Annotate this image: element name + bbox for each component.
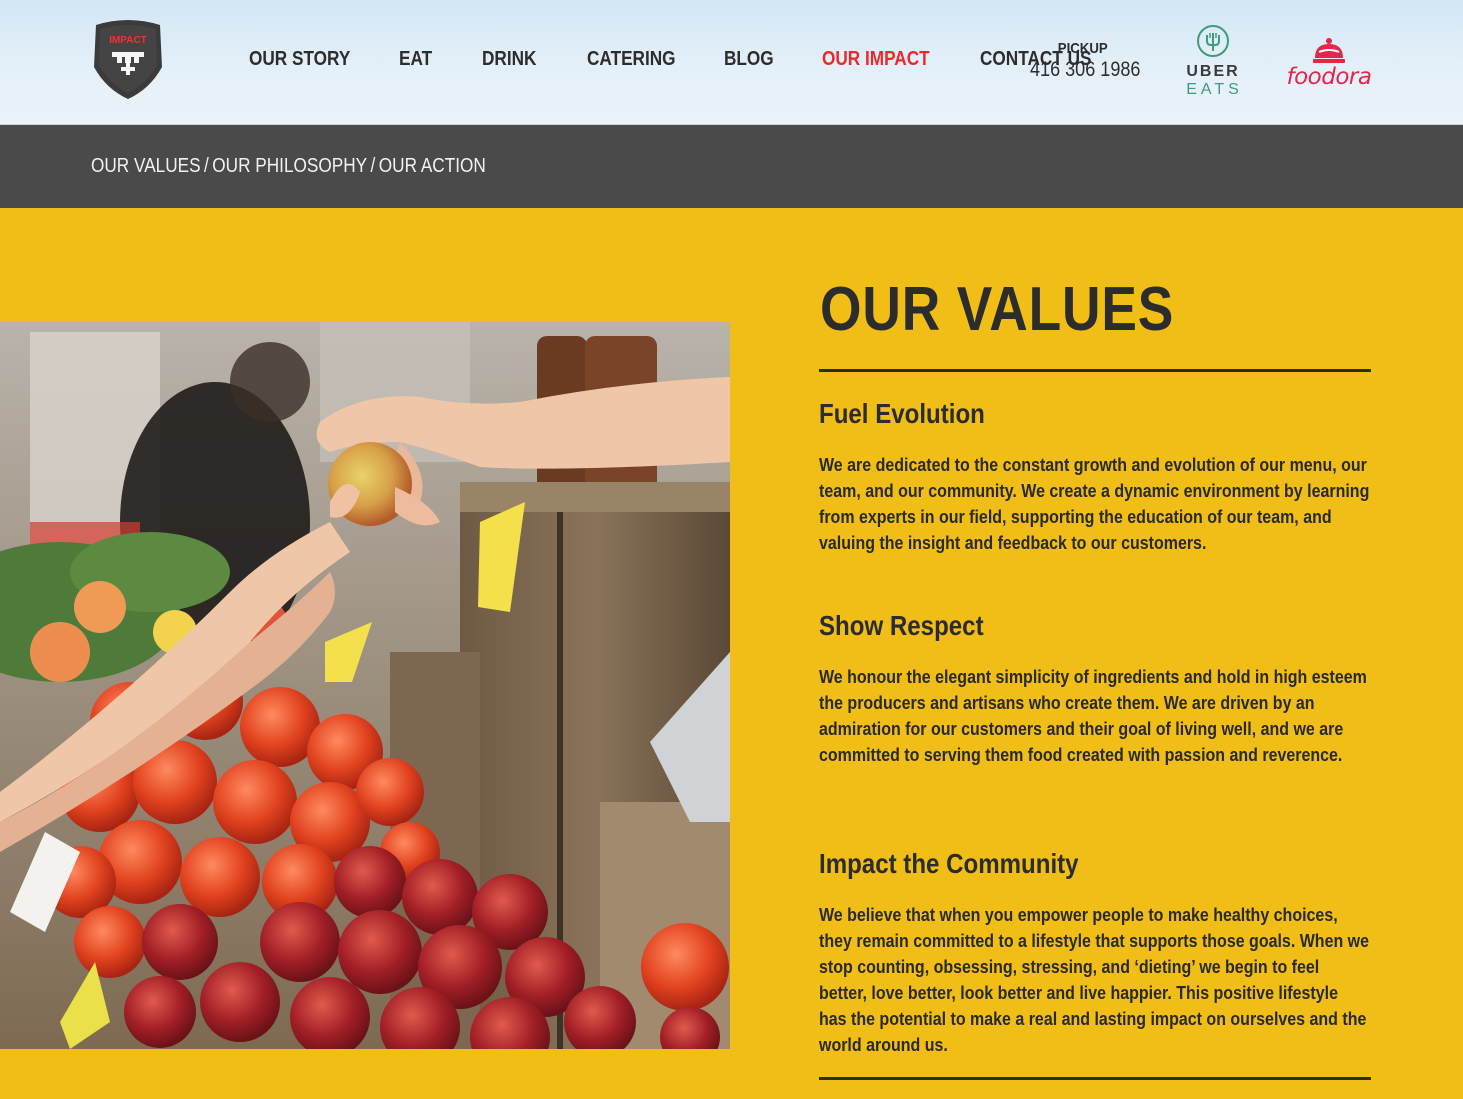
values-section: OUR VALUES Fuel Evolution We are dedicat… xyxy=(0,208,1463,1099)
nav-blog[interactable]: BLOG xyxy=(724,48,774,71)
market-produce-photo xyxy=(0,322,730,1049)
bottom-divider xyxy=(819,1077,1371,1080)
subnav-links: OUR VALUES / OUR PHILOSOPHY / OUR ACTION xyxy=(91,155,486,178)
nav-drink[interactable]: DRINK xyxy=(482,48,536,71)
subnav-our-values[interactable]: OUR VALUES xyxy=(91,155,201,177)
value-heading: Impact the Community xyxy=(819,848,1079,879)
uber-eats-line2: EATS xyxy=(1186,81,1243,98)
pickup-phone-number: 416 306 1986 xyxy=(1029,58,1140,81)
value-body: We believe that when you empower people … xyxy=(819,904,1370,1055)
nav-our-story[interactable]: OUR STORY xyxy=(249,48,350,71)
page-title: OUR VALUES xyxy=(820,275,1175,344)
foodora-link[interactable]: foodora xyxy=(1284,36,1374,98)
nav-catering[interactable]: CATERING xyxy=(587,48,676,71)
value-show-respect: Show Respect We honour the elegant simpl… xyxy=(819,610,1379,768)
pickup-phone-link[interactable]: PICKUP 416 306 1986 xyxy=(1022,40,1140,86)
value-heading: Show Respect xyxy=(819,610,984,641)
uber-eats-bag-icon xyxy=(1197,25,1229,57)
value-body: We are dedicated to the constant growth … xyxy=(819,454,1370,553)
value-fuel-evolution: Fuel Evolution We are dedicated to the c… xyxy=(819,398,1379,556)
value-impact-community: Impact the Community We believe that whe… xyxy=(819,848,1379,1058)
uber-eats-line1: UBER xyxy=(1186,63,1240,80)
subnav-separator: / xyxy=(204,155,209,177)
site-header: IMPACT OUR STORY EAT DRINK CATERING BLOG… xyxy=(0,0,1463,125)
value-body: We honour the elegant simplicity of ingr… xyxy=(819,666,1367,765)
subnav-our-action[interactable]: OUR ACTION xyxy=(379,155,486,177)
subnav-bar: OUR VALUES / OUR PHILOSOPHY / OUR ACTION xyxy=(0,125,1463,208)
subnav-separator: / xyxy=(370,155,376,177)
nav-our-impact[interactable]: OUR IMPACT xyxy=(822,48,930,71)
market-photo-image xyxy=(0,322,730,1049)
subnav-our-philosophy[interactable]: OUR PHILOSOPHY xyxy=(212,155,367,177)
pickup-label: PICKUP xyxy=(1058,40,1108,57)
title-divider xyxy=(819,369,1371,372)
nav-eat[interactable]: EAT xyxy=(399,48,432,71)
uber-eats-link[interactable]: UBER EATS xyxy=(1178,24,1248,106)
foodora-label: foodora xyxy=(1286,64,1372,90)
value-heading: Fuel Evolution xyxy=(819,398,985,429)
foodora-cloche-icon xyxy=(1313,38,1345,63)
